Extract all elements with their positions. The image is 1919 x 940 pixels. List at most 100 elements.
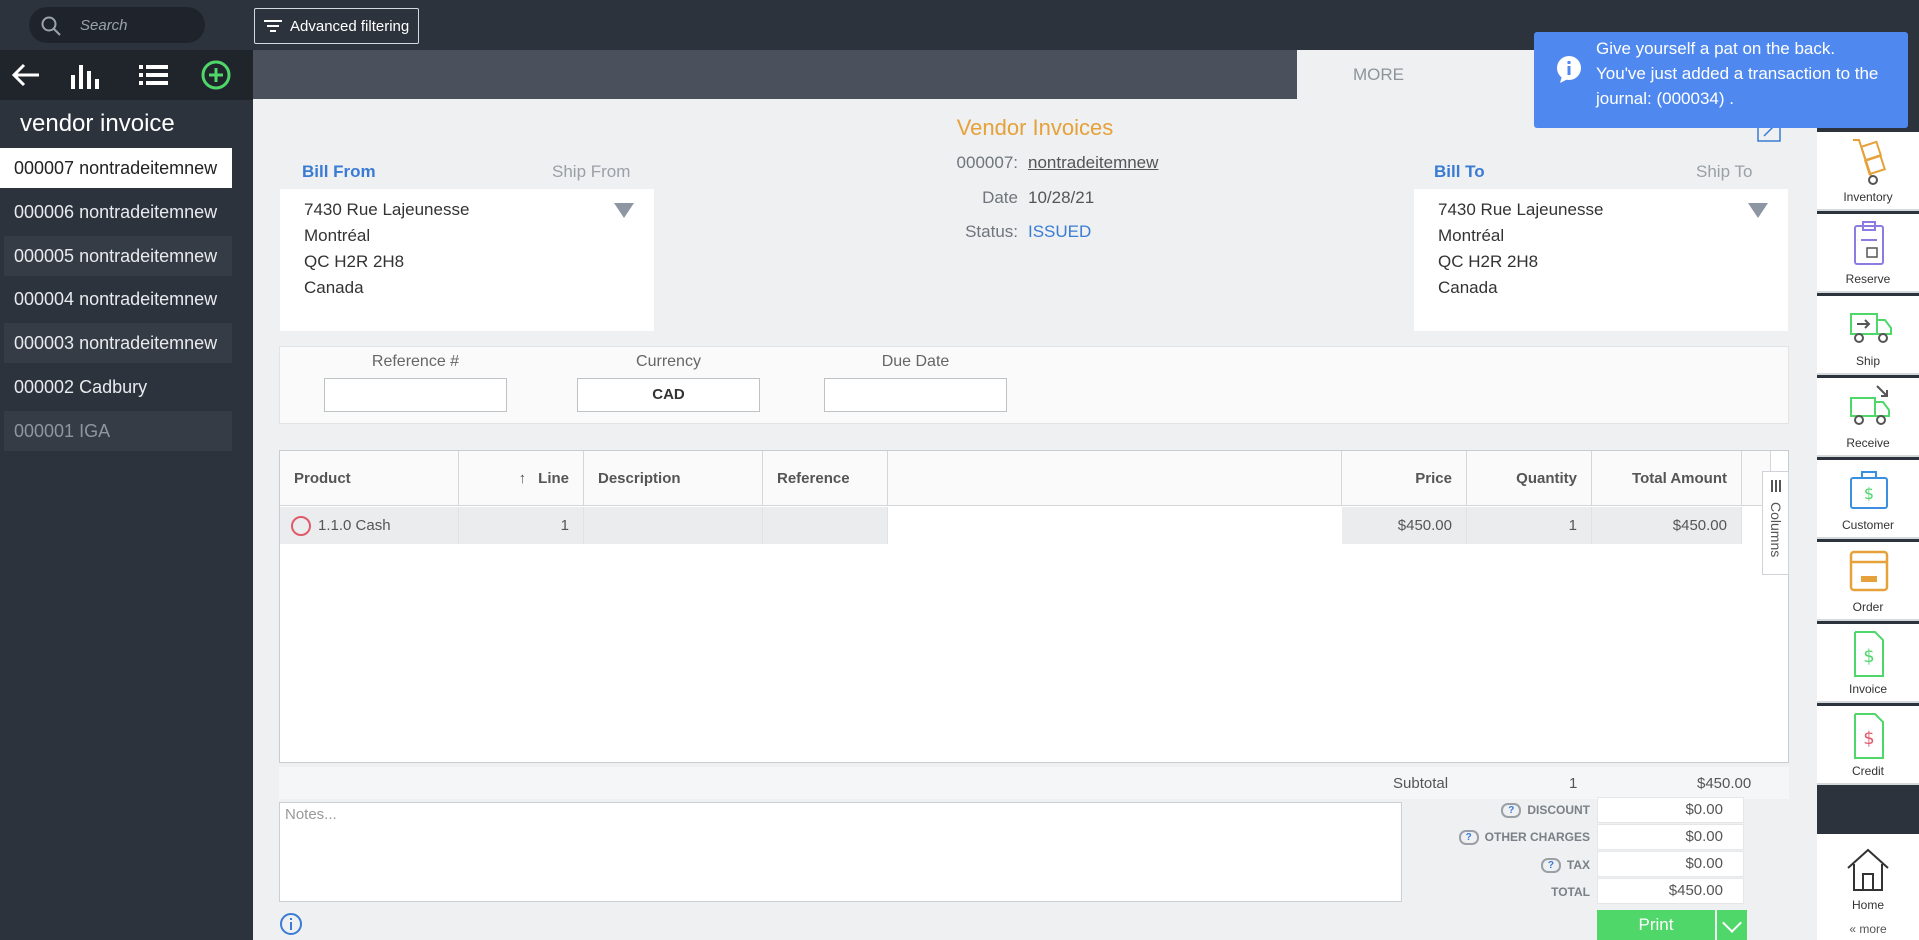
column-header-description[interactable]: Description	[584, 451, 763, 506]
other-charges-value[interactable]: $0.00	[1597, 824, 1744, 850]
bill-from-dropdown-icon[interactable]	[614, 203, 634, 218]
discount-label[interactable]: ? DISCOUNT	[1430, 803, 1590, 819]
print-options-chevron-icon[interactable]	[1717, 910, 1747, 940]
currency-label: Currency	[636, 353, 701, 370]
reference-label: Reference #	[371, 353, 460, 370]
column-header-line-label: Line	[538, 469, 569, 487]
tax-label[interactable]: ? TAX	[1430, 858, 1590, 874]
record-list-panel: vendor invoice 000007 nontradeitemnew 00…	[0, 50, 253, 940]
status-value: ISSUED	[1028, 222, 1092, 241]
circle-status-icon[interactable]	[290, 515, 312, 537]
list-title: vendor invoice	[20, 110, 175, 137]
back-arrow-icon[interactable]	[9, 59, 43, 91]
currency-select[interactable]: CAD	[577, 378, 760, 412]
bill-to-line-3: QC H2R 2H8	[1438, 252, 1539, 271]
info-icon[interactable]	[279, 912, 303, 936]
toast-line-2: You've just added a transaction to the	[1596, 64, 1879, 83]
help-icon[interactable]: ?	[1501, 803, 1522, 819]
action-ship[interactable]: Ship	[1817, 296, 1919, 375]
table-row-product-cell[interactable]: 1.1.0 Cash	[280, 507, 459, 544]
help-icon[interactable]: ?	[1458, 830, 1479, 846]
number-value[interactable]: nontradeitemnew	[1028, 153, 1158, 173]
advanced-filtering-button[interactable]: Advanced filtering	[254, 8, 419, 44]
row-price[interactable]: $450.00	[1342, 507, 1467, 544]
column-header-price[interactable]: Price	[1342, 451, 1467, 506]
tab-more[interactable]: MORE	[1353, 65, 1404, 85]
line-items-grid: Product ↑ Line Description Reference Pri…	[279, 450, 1789, 763]
action-customer[interactable]: $ Customer	[1817, 460, 1919, 539]
print-button[interactable]: Print	[1597, 910, 1715, 940]
bill-to-line-2: Montréal	[1438, 226, 1505, 245]
list-icon[interactable]	[137, 59, 171, 91]
ship-from-label[interactable]: Ship From	[552, 162, 630, 182]
date-value: 10/28/21	[1028, 188, 1095, 207]
row-description[interactable]	[584, 507, 763, 544]
record-item-000005[interactable]: 000005 nontradeitemnew	[4, 236, 232, 276]
filter-icon	[264, 20, 282, 32]
column-header-product[interactable]: Product	[280, 451, 459, 506]
reference-input[interactable]	[324, 378, 507, 412]
invoice-document-icon: $	[1854, 631, 1884, 677]
left-toolbar	[0, 50, 253, 100]
tax-label-text: TAX	[1566, 858, 1590, 872]
action-order[interactable]: Order	[1817, 542, 1919, 621]
action-reserve-label: Reserve	[1845, 272, 1891, 286]
bill-from-line-4: Canada	[304, 278, 364, 297]
bill-from-label[interactable]: Bill From	[302, 162, 376, 182]
record-item-000002[interactable]: 000002 Cadbury	[4, 367, 232, 407]
bill-to-label[interactable]: Bill To	[1434, 162, 1485, 182]
record-item-000004[interactable]: 000004 nontradeitemnew	[4, 279, 232, 319]
record-item-000003[interactable]: 000003 nontradeitemnew	[4, 323, 232, 363]
columns-label: Columns	[1768, 502, 1784, 558]
svg-text:$: $	[1863, 728, 1874, 749]
other-charges-label-text: OTHER CHARGES	[1484, 830, 1590, 844]
bar-chart-icon[interactable]	[67, 59, 101, 91]
tax-value[interactable]: $0.00	[1597, 851, 1744, 877]
due-date-label: Due Date	[881, 353, 950, 370]
action-credit[interactable]: $ Credit	[1817, 706, 1919, 785]
action-inventory[interactable]: Inventory	[1817, 132, 1919, 211]
action-customer-label: Customer	[1841, 518, 1894, 532]
receive-truck-icon	[1850, 385, 1890, 425]
ship-to-label[interactable]: Ship To	[1696, 162, 1752, 182]
success-toast[interactable]: Give yourself a pat on the back. You've …	[1534, 32, 1908, 128]
discount-value[interactable]: $0.00	[1597, 797, 1744, 823]
subtotal-amount: $450.00	[1697, 775, 1752, 792]
notes-textarea[interactable]: Notes...	[279, 802, 1402, 902]
due-date-input[interactable]	[824, 378, 1007, 412]
record-item-000007[interactable]: 000007 nontradeitemnew	[0, 148, 232, 188]
box-icon	[1849, 550, 1889, 592]
row-total-amount[interactable]: $450.00	[1592, 507, 1742, 544]
action-invoice[interactable]: $ Invoice	[1817, 624, 1919, 703]
action-credit-label: Credit	[1851, 764, 1884, 778]
toast-line-3: journal: (000034) .	[1596, 89, 1734, 108]
subtotal-quantity: 1	[1569, 775, 1578, 792]
column-header-reference[interactable]: Reference	[763, 451, 888, 506]
total-value: $450.00	[1597, 878, 1744, 904]
column-header-total-amount[interactable]: Total Amount	[1592, 451, 1742, 506]
add-circle-icon[interactable]	[199, 59, 233, 91]
record-item-000006[interactable]: 000006 nontradeitemnew	[4, 192, 232, 232]
advanced-filtering-label: Advanced filtering	[290, 17, 410, 35]
action-ship-label: Ship	[1855, 354, 1881, 368]
row-quantity[interactable]: 1	[1467, 507, 1592, 544]
toast-line-1: Give yourself a pat on the back.	[1596, 39, 1836, 58]
home-label: Home	[1851, 898, 1884, 912]
row-reference[interactable]	[763, 507, 888, 544]
column-header-quantity[interactable]: Quantity	[1467, 451, 1592, 506]
columns-toggle-button[interactable]: Columns	[1762, 471, 1789, 575]
home-button[interactable]: Home	[1817, 834, 1919, 922]
record-item-000001[interactable]: 000001 IGA	[4, 411, 232, 451]
help-icon[interactable]: ?	[1540, 858, 1561, 874]
action-receive[interactable]: Receive	[1817, 378, 1919, 457]
action-invoice-label: Invoice	[1848, 682, 1888, 696]
more-actions-link[interactable]: « more	[1817, 922, 1919, 940]
bill-to-dropdown-icon[interactable]	[1748, 203, 1768, 218]
column-header-line[interactable]: ↑ Line	[459, 451, 584, 506]
action-reserve[interactable]: Reserve	[1817, 214, 1919, 293]
subtotal-row: Subtotal 1 $450.00	[279, 767, 1789, 799]
search-box[interactable]: Search	[29, 7, 205, 43]
other-charges-label[interactable]: ? OTHER CHARGES	[1430, 830, 1590, 846]
credit-document-icon: $	[1854, 713, 1884, 759]
row-line[interactable]: 1	[459, 507, 584, 544]
